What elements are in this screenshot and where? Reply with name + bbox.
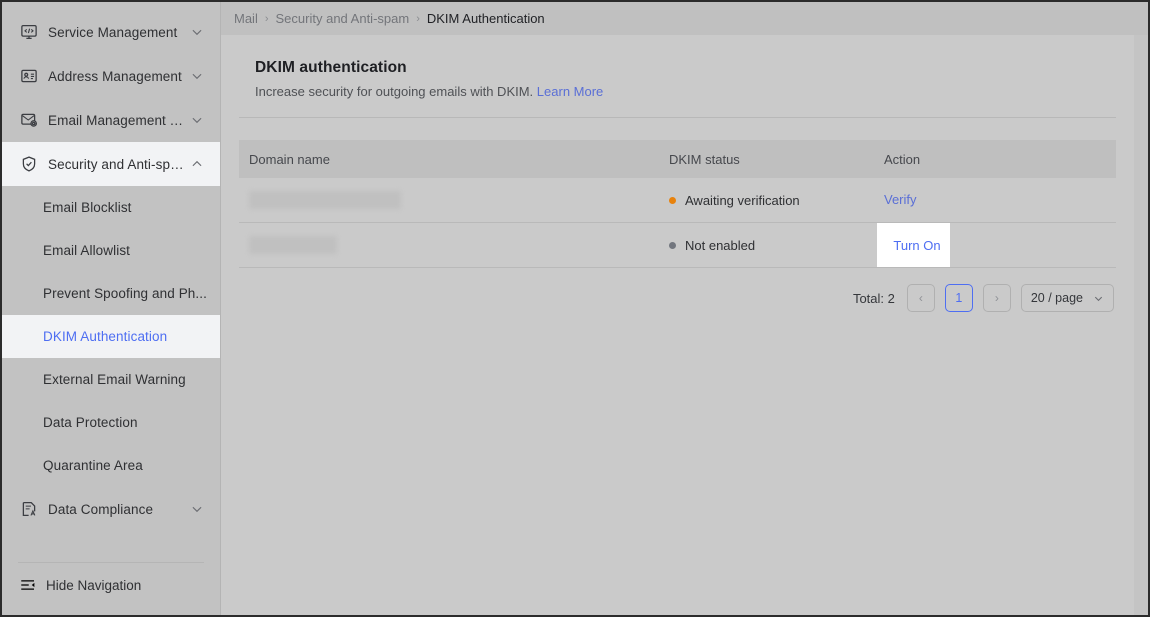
breadcrumb-item-dkim-authentication: DKIM Authentication: [426, 11, 545, 26]
sidebar-group-security-and-anti-spam[interactable]: Security and Anti-spam: [2, 142, 220, 186]
page-title: DKIM authentication: [255, 59, 407, 76]
turn-on-link[interactable]: Turn On: [893, 238, 940, 253]
chevron-down-icon: [190, 113, 204, 127]
breadcrumb-item-mail[interactable]: Mail: [234, 11, 258, 26]
hide-navigation-label: Hide Navigation: [46, 577, 142, 593]
hide-navigation-button[interactable]: Hide Navigation: [2, 563, 220, 607]
main-content: Mail › Security and Anti-spam › DKIM Aut…: [221, 2, 1148, 615]
sidebar-nav: Service Management Address Management Em…: [2, 2, 220, 562]
sidebar-group-label: Address Management: [48, 68, 182, 84]
cell-dkim-status: Not enabled: [669, 238, 884, 253]
status-label: Not enabled: [685, 237, 756, 253]
id-card-icon: [19, 66, 39, 86]
table-header-row: Domain name DKIM status Action: [239, 140, 1116, 178]
sidebar-item-label: Email Allowlist: [43, 243, 131, 258]
learn-more-link[interactable]: Learn More: [537, 84, 603, 99]
page-size-label: 20 / page: [1030, 291, 1083, 305]
sidebar-footer: Hide Navigation: [2, 562, 220, 615]
sidebar-group-label: Data Compliance: [48, 501, 154, 517]
breadcrumb: Mail › Security and Anti-spam › DKIM Aut…: [221, 2, 1148, 35]
sidebar-group-data-compliance[interactable]: Data Compliance: [2, 487, 220, 531]
sidebar-group-label: Email Management To...: [48, 112, 184, 128]
chevron-down-icon: [190, 25, 204, 39]
sidebar: Service Management Address Management Em…: [2, 2, 221, 615]
content-wrap: DKIM authentication Increase security fo…: [221, 35, 1148, 615]
pagination: Total: 2 ‹ 1 › 20 / page: [237, 284, 1114, 312]
column-header-action: Action: [884, 151, 921, 167]
column-header-dkim-status: DKIM status: [669, 151, 740, 167]
chevron-right-icon: ›: [264, 12, 269, 25]
sidebar-item-email-blocklist[interactable]: Email Blocklist: [2, 186, 220, 229]
monitor-code-icon: [19, 22, 39, 42]
page-size-select[interactable]: 20 / page: [1020, 284, 1114, 312]
collapse-panel-icon: [19, 576, 37, 594]
sidebar-item-label: DKIM Authentication: [43, 329, 168, 344]
sidebar-group-label: Service Management: [48, 24, 178, 40]
pagination-prev-button[interactable]: ‹: [906, 284, 935, 312]
dkim-card: DKIM authentication Increase security fo…: [221, 35, 1134, 615]
sidebar-item-label: Data Protection: [43, 415, 138, 430]
dkim-table: Domain name DKIM status Action Awaiting …: [239, 140, 1116, 268]
cell-domain-name: [239, 191, 669, 209]
chevron-down-icon: [190, 502, 204, 516]
header-divider: [239, 117, 1116, 118]
pagination-page-1-button[interactable]: 1: [944, 284, 973, 312]
cell-domain-name: [239, 236, 669, 254]
chevron-left-icon: ‹: [918, 291, 923, 305]
sidebar-item-label: External Email Warning: [43, 372, 186, 387]
redacted-domain-name: [249, 191, 401, 209]
sidebar-item-dkim-authentication[interactable]: DKIM Authentication: [2, 315, 220, 358]
sidebar-item-quarantine-area[interactable]: Quarantine Area: [2, 444, 220, 487]
cell-action: Turn On: [877, 223, 1116, 267]
document-a-icon: [19, 499, 39, 519]
status-badge: Not enabled: [669, 238, 884, 253]
table-row: Awaiting verification Verify: [239, 178, 1116, 223]
pagination-next-button[interactable]: ›: [982, 284, 1011, 312]
cell-action: Verify: [884, 191, 1116, 209]
shield-check-icon: [19, 154, 39, 174]
cell-dkim-status: Awaiting verification: [669, 193, 884, 208]
chevron-down-icon: [190, 69, 204, 83]
chevron-up-icon: [190, 157, 204, 171]
page-subtitle-text: Increase security for outgoing emails wi…: [255, 84, 534, 99]
sidebar-item-label: Email Blocklist: [43, 200, 132, 215]
table-row: Not enabled Turn On: [239, 223, 1116, 268]
breadcrumb-item-security-and-anti-spam[interactable]: Security and Anti-spam: [276, 11, 410, 26]
sidebar-item-label: Prevent Spoofing and Ph...: [43, 286, 207, 301]
status-label: Awaiting verification: [685, 192, 800, 208]
sidebar-group-email-management-tools[interactable]: Email Management To...: [2, 98, 220, 142]
sidebar-group-service-management[interactable]: Service Management: [2, 10, 220, 54]
sidebar-group-address-management[interactable]: Address Management: [2, 54, 220, 98]
app-root: Service Management Address Management Em…: [2, 2, 1148, 615]
status-badge: Awaiting verification: [669, 193, 884, 208]
sidebar-group-label: Security and Anti-spam: [48, 156, 184, 172]
page-header: DKIM authentication Increase security fo…: [237, 35, 1118, 99]
verify-link[interactable]: Verify: [884, 192, 917, 207]
column-header-domain-name: Domain name: [249, 151, 330, 167]
sidebar-item-email-allowlist[interactable]: Email Allowlist: [2, 229, 220, 272]
sidebar-item-data-protection[interactable]: Data Protection: [2, 401, 220, 444]
status-dot-icon: [669, 241, 676, 249]
page-subtitle: Increase security for outgoing emails wi…: [255, 84, 1118, 99]
sidebar-item-prevent-spoofing-and-phishing[interactable]: Prevent Spoofing and Ph...: [2, 272, 220, 315]
sidebar-item-label: Quarantine Area: [43, 458, 143, 473]
turn-on-button-highlight[interactable]: Turn On: [877, 223, 950, 267]
chevron-right-icon: ›: [994, 291, 999, 305]
status-dot-icon: [669, 196, 676, 204]
chevron-right-icon: ›: [416, 12, 420, 25]
sidebar-item-external-email-warning[interactable]: External Email Warning: [2, 358, 220, 401]
chevron-down-icon: [1093, 293, 1104, 304]
redacted-domain-name: [249, 236, 337, 254]
email-gear-icon: [19, 110, 39, 130]
pagination-total: Total: 2: [852, 290, 895, 306]
